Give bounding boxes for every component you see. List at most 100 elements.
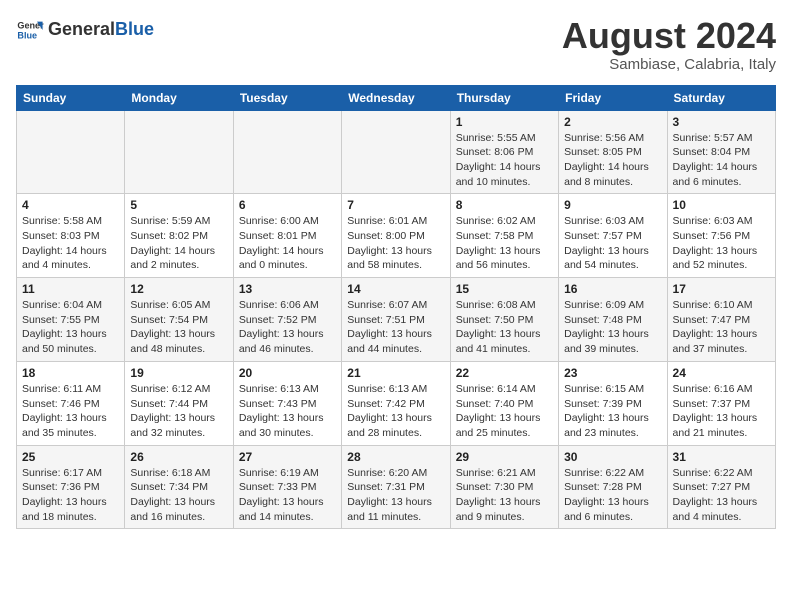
- calendar-cell-0: [17, 110, 125, 194]
- day-info: Sunrise: 6:15 AM Sunset: 7:39 PM Dayligh…: [564, 382, 661, 441]
- calendar-cell-2: 13 Sunrise: 6:06 AM Sunset: 7:52 PM Dayli…: [233, 278, 341, 362]
- day-info: Sunrise: 5:56 AM Sunset: 8:05 PM Dayligh…: [564, 131, 661, 190]
- calendar-cell-5: 9 Sunrise: 6:03 AM Sunset: 7:57 PM Daylig…: [559, 194, 667, 278]
- page-header: General Blue GeneralBlue August 2024 Sam…: [16, 16, 776, 73]
- weekday-header-thursday: Thursday: [450, 85, 558, 110]
- day-number: 19: [130, 366, 227, 380]
- day-info: Sunrise: 6:01 AM Sunset: 8:00 PM Dayligh…: [347, 214, 444, 273]
- day-info: Sunrise: 5:55 AM Sunset: 8:06 PM Dayligh…: [456, 131, 553, 190]
- day-info: Sunrise: 6:03 AM Sunset: 7:56 PM Dayligh…: [673, 214, 770, 273]
- day-info: Sunrise: 5:57 AM Sunset: 8:04 PM Dayligh…: [673, 131, 770, 190]
- day-number: 26: [130, 450, 227, 464]
- day-number: 17: [673, 282, 770, 296]
- month-year-title: August 2024: [562, 16, 776, 56]
- day-number: 1: [456, 115, 553, 129]
- day-info: Sunrise: 6:00 AM Sunset: 8:01 PM Dayligh…: [239, 214, 336, 273]
- day-info: Sunrise: 6:22 AM Sunset: 7:28 PM Dayligh…: [564, 466, 661, 525]
- calendar-cell-1: 5 Sunrise: 5:59 AM Sunset: 8:02 PM Daylig…: [125, 194, 233, 278]
- calendar-cell-3: 7Sunrise: 6:01 AM Sunset: 8:00 PM Daylig…: [342, 194, 450, 278]
- calendar-cell-5: 23 Sunrise: 6:15 AM Sunset: 7:39 PM Dayli…: [559, 361, 667, 445]
- calendar-cell-1: [125, 110, 233, 194]
- day-number: 31: [673, 450, 770, 464]
- day-number: 3: [673, 115, 770, 129]
- calendar-cell-4: 15 Sunrise: 6:08 AM Sunset: 7:50 PM Dayli…: [450, 278, 558, 362]
- day-number: 22: [456, 366, 553, 380]
- calendar-cell-1: 12 Sunrise: 6:05 AM Sunset: 7:54 PM Dayli…: [125, 278, 233, 362]
- weekday-header-friday: Friday: [559, 85, 667, 110]
- day-info: Sunrise: 6:19 AM Sunset: 7:33 PM Dayligh…: [239, 466, 336, 525]
- day-number: 9: [564, 198, 661, 212]
- day-info: Sunrise: 6:21 AM Sunset: 7:30 PM Dayligh…: [456, 466, 553, 525]
- day-info: Sunrise: 5:59 AM Sunset: 8:02 PM Dayligh…: [130, 214, 227, 273]
- day-info: Sunrise: 6:09 AM Sunset: 7:48 PM Dayligh…: [564, 298, 661, 357]
- day-number: 5: [130, 198, 227, 212]
- day-info: Sunrise: 6:22 AM Sunset: 7:27 PM Dayligh…: [673, 466, 770, 525]
- day-info: Sunrise: 6:03 AM Sunset: 7:57 PM Dayligh…: [564, 214, 661, 273]
- day-info: Sunrise: 6:10 AM Sunset: 7:47 PM Dayligh…: [673, 298, 770, 357]
- calendar-cell-5: 16 Sunrise: 6:09 AM Sunset: 7:48 PM Dayli…: [559, 278, 667, 362]
- day-number: 15: [456, 282, 553, 296]
- calendar-cell-1: 19 Sunrise: 6:12 AM Sunset: 7:44 PM Dayli…: [125, 361, 233, 445]
- day-number: 14: [347, 282, 444, 296]
- calendar-cell-0: 25Sunrise: 6:17 AM Sunset: 7:36 PM Dayli…: [17, 445, 125, 529]
- logo-icon: General Blue: [16, 16, 44, 44]
- day-info: Sunrise: 6:04 AM Sunset: 7:55 PM Dayligh…: [22, 298, 119, 357]
- day-info: Sunrise: 6:06 AM Sunset: 7:52 PM Dayligh…: [239, 298, 336, 357]
- day-info: Sunrise: 6:16 AM Sunset: 7:37 PM Dayligh…: [673, 382, 770, 441]
- day-info: Sunrise: 6:11 AM Sunset: 7:46 PM Dayligh…: [22, 382, 119, 441]
- day-info: Sunrise: 6:05 AM Sunset: 7:54 PM Dayligh…: [130, 298, 227, 357]
- calendar-week-3: 11Sunrise: 6:04 AM Sunset: 7:55 PM Dayli…: [17, 278, 776, 362]
- day-number: 20: [239, 366, 336, 380]
- calendar-week-4: 18 Sunrise: 6:11 AM Sunset: 7:46 PM Dayli…: [17, 361, 776, 445]
- location-subtitle: Sambiase, Calabria, Italy: [562, 56, 776, 73]
- day-number: 12: [130, 282, 227, 296]
- day-number: 23: [564, 366, 661, 380]
- day-info: Sunrise: 6:07 AM Sunset: 7:51 PM Dayligh…: [347, 298, 444, 357]
- calendar-cell-6: 17 Sunrise: 6:10 AM Sunset: 7:47 PM Dayli…: [667, 278, 775, 362]
- day-number: 30: [564, 450, 661, 464]
- calendar-header: SundayMondayTuesdayWednesdayThursdayFrid…: [17, 85, 776, 110]
- day-info: Sunrise: 6:14 AM Sunset: 7:40 PM Dayligh…: [456, 382, 553, 441]
- calendar-cell-2: 27Sunrise: 6:19 AM Sunset: 7:33 PM Dayli…: [233, 445, 341, 529]
- day-info: Sunrise: 6:20 AM Sunset: 7:31 PM Dayligh…: [347, 466, 444, 525]
- calendar-cell-6: 3 Sunrise: 5:57 AM Sunset: 8:04 PM Daylig…: [667, 110, 775, 194]
- calendar-cell-3: 14 Sunrise: 6:07 AM Sunset: 7:51 PM Dayli…: [342, 278, 450, 362]
- calendar-week-5: 25Sunrise: 6:17 AM Sunset: 7:36 PM Dayli…: [17, 445, 776, 529]
- calendar-cell-2: 6 Sunrise: 6:00 AM Sunset: 8:01 PM Daylig…: [233, 194, 341, 278]
- weekday-header-sunday: Sunday: [17, 85, 125, 110]
- day-number: 24: [673, 366, 770, 380]
- weekday-header-wednesday: Wednesday: [342, 85, 450, 110]
- day-info: Sunrise: 6:13 AM Sunset: 7:43 PM Dayligh…: [239, 382, 336, 441]
- day-number: 13: [239, 282, 336, 296]
- calendar-cell-3: 21Sunrise: 6:13 AM Sunset: 7:42 PM Dayli…: [342, 361, 450, 445]
- calendar-body: 1 Sunrise: 5:55 AM Sunset: 8:06 PM Daylig…: [17, 110, 776, 529]
- day-number: 28: [347, 450, 444, 464]
- day-number: 25: [22, 450, 119, 464]
- day-info: Sunrise: 6:02 AM Sunset: 7:58 PM Dayligh…: [456, 214, 553, 273]
- logo: General Blue GeneralBlue: [16, 16, 154, 44]
- title-area: August 2024 Sambiase, Calabria, Italy: [562, 16, 776, 73]
- calendar-table: SundayMondayTuesdayWednesdayThursdayFrid…: [16, 85, 776, 530]
- calendar-week-2: 4Sunrise: 5:58 AM Sunset: 8:03 PM Daylig…: [17, 194, 776, 278]
- calendar-cell-6: 10 Sunrise: 6:03 AM Sunset: 7:56 PM Dayli…: [667, 194, 775, 278]
- day-info: Sunrise: 6:13 AM Sunset: 7:42 PM Dayligh…: [347, 382, 444, 441]
- calendar-cell-4: 1 Sunrise: 5:55 AM Sunset: 8:06 PM Daylig…: [450, 110, 558, 194]
- day-info: Sunrise: 6:18 AM Sunset: 7:34 PM Dayligh…: [130, 466, 227, 525]
- calendar-cell-6: 31 Sunrise: 6:22 AM Sunset: 7:27 PM Dayli…: [667, 445, 775, 529]
- day-number: 18: [22, 366, 119, 380]
- calendar-cell-4: 22 Sunrise: 6:14 AM Sunset: 7:40 PM Dayli…: [450, 361, 558, 445]
- logo-general-text: GeneralBlue: [48, 20, 154, 40]
- day-number: 2: [564, 115, 661, 129]
- day-info: Sunrise: 6:08 AM Sunset: 7:50 PM Dayligh…: [456, 298, 553, 357]
- calendar-cell-0: 11Sunrise: 6:04 AM Sunset: 7:55 PM Dayli…: [17, 278, 125, 362]
- calendar-cell-0: 4Sunrise: 5:58 AM Sunset: 8:03 PM Daylig…: [17, 194, 125, 278]
- calendar-cell-5: 30 Sunrise: 6:22 AM Sunset: 7:28 PM Dayli…: [559, 445, 667, 529]
- day-info: Sunrise: 6:12 AM Sunset: 7:44 PM Dayligh…: [130, 382, 227, 441]
- svg-text:Blue: Blue: [17, 30, 37, 40]
- day-number: 16: [564, 282, 661, 296]
- day-number: 6: [239, 198, 336, 212]
- day-info: Sunrise: 5:58 AM Sunset: 8:03 PM Dayligh…: [22, 214, 119, 273]
- day-number: 10: [673, 198, 770, 212]
- calendar-cell-4: 8Sunrise: 6:02 AM Sunset: 7:58 PM Daylig…: [450, 194, 558, 278]
- calendar-cell-5: 2 Sunrise: 5:56 AM Sunset: 8:05 PM Daylig…: [559, 110, 667, 194]
